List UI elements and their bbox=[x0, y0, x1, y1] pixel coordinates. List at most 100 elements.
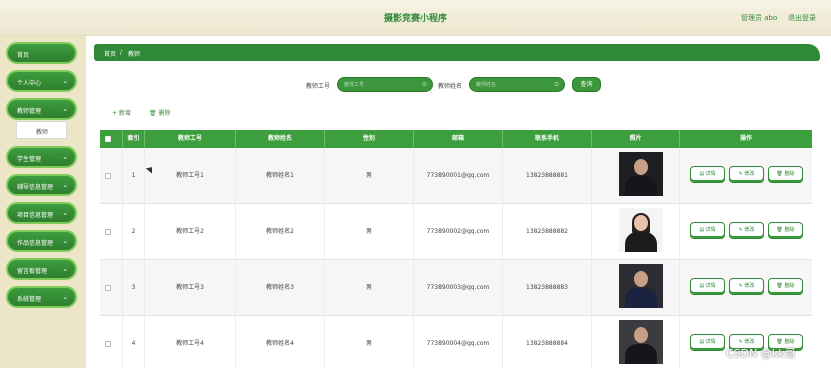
main-content: 首页 / 教师 教师工号 ⊙ 教师姓名 ⊙ 查询 + 新增 🗑 删除 索引 教师… bbox=[86, 36, 831, 368]
sidebar-item-project-management[interactable]: 项目信息管理 ⌄ bbox=[6, 202, 77, 224]
app-header: 摄影竞赛小程序 管理员 abo 退出登录 bbox=[0, 0, 831, 36]
sidebar-item-message-board[interactable]: 留言板管理 ⌄ bbox=[6, 258, 77, 280]
teacher-id-search[interactable]: ⊙ bbox=[337, 77, 433, 92]
cell-teacher-name: 教师姓名3 bbox=[236, 260, 325, 316]
table-row: 3 教师工号3 教师姓名3 男 773890003@qq.com 1382388… bbox=[100, 260, 812, 316]
col-email: 邮箱 bbox=[414, 130, 503, 148]
col-teacher-id: 教师工号 bbox=[145, 130, 236, 148]
sidebar: 首页 个人中心 ⌄ 教师管理 ⌄ 教师 学生管理 ⌄ 辅导信息管理 ⌄ 项目信息… bbox=[0, 36, 86, 368]
table-header: 索引 教师工号 教师姓名 性别 邮箱 联系手机 照片 操作 bbox=[100, 130, 812, 148]
sidebar-subitem-teacher[interactable]: 教师 bbox=[16, 121, 67, 139]
sidebar-item-label: 学生管理 bbox=[17, 156, 42, 163]
col-index: 索引 bbox=[123, 130, 145, 148]
query-button[interactable]: 查询 bbox=[572, 77, 601, 92]
cell-phone: 13823888881 bbox=[503, 148, 592, 204]
sidebar-item-personal-center[interactable]: 个人中心 ⌄ bbox=[6, 70, 77, 92]
teacher-table: 索引 教师工号 教师姓名 性别 邮箱 联系手机 照片 操作 1 教师工号1 教师… bbox=[100, 130, 812, 368]
chevron-down-icon: ⌄ bbox=[62, 181, 68, 189]
chevron-down-icon: ⌄ bbox=[62, 265, 68, 273]
teacher-photo bbox=[619, 264, 663, 308]
detail-button[interactable]: ▤ 详情 bbox=[690, 166, 725, 183]
row-checkbox[interactable] bbox=[105, 341, 111, 347]
add-button[interactable]: + 新增 bbox=[112, 108, 131, 117]
select-all-checkbox[interactable] bbox=[105, 136, 111, 142]
cell-gender: 男 bbox=[325, 260, 414, 316]
app-title: 摄影竞赛小程序 bbox=[383, 14, 447, 24]
sidebar-item-tutoring-management[interactable]: 辅导信息管理 ⌄ bbox=[6, 174, 77, 196]
col-photo: 照片 bbox=[592, 130, 680, 148]
row-select-cell bbox=[100, 204, 123, 260]
cell-phone: 13823888882 bbox=[503, 204, 592, 260]
cell-email: 773890003@qq.com bbox=[414, 260, 503, 316]
cell-index: 4 bbox=[123, 316, 145, 368]
teacher-name-label: 教师姓名 bbox=[438, 83, 463, 90]
row-checkbox[interactable] bbox=[105, 229, 111, 235]
cell-teacher-id: 教师工号4 bbox=[145, 316, 236, 368]
sidebar-item-works-management[interactable]: 作品信息管理 ⌄ bbox=[6, 230, 77, 252]
cell-phone: 13823888883 bbox=[503, 260, 592, 316]
cell-teacher-name: 教师姓名2 bbox=[236, 204, 325, 260]
edit-button[interactable]: ✎ 修改 bbox=[729, 278, 764, 295]
chevron-down-icon: ⌄ bbox=[62, 293, 68, 301]
sidebar-item-label: 作品信息管理 bbox=[17, 240, 54, 247]
sidebar-item-label: 项目信息管理 bbox=[17, 212, 54, 219]
breadcrumb-home[interactable]: 首页 bbox=[104, 49, 116, 58]
cell-actions: ▤ 详情 ✎ 修改 🗑 删除 bbox=[680, 204, 812, 260]
sidebar-item-label: 系统管理 bbox=[17, 296, 42, 303]
cell-index: 3 bbox=[123, 260, 145, 316]
clear-icon[interactable]: ⊙ bbox=[422, 81, 427, 88]
detail-button[interactable]: ▤ 详情 bbox=[690, 334, 725, 351]
chevron-down-icon: ⌄ bbox=[62, 237, 68, 245]
cell-gender: 男 bbox=[325, 316, 414, 368]
cell-phone: 13823888884 bbox=[503, 316, 592, 368]
chevron-down-icon: ⌄ bbox=[62, 153, 68, 161]
sidebar-item-teacher-management[interactable]: 教师管理 ⌄ bbox=[6, 98, 77, 120]
sidebar-item-label: 个人中心 bbox=[17, 80, 42, 87]
cell-actions: ▤ 详情 ✎ 修改 🗑 删除 bbox=[680, 148, 812, 204]
edit-button[interactable]: ✎ 修改 bbox=[729, 222, 764, 239]
cell-photo bbox=[592, 260, 680, 316]
sidebar-item-label: 辅导信息管理 bbox=[17, 184, 54, 191]
sidebar-item-home[interactable]: 首页 bbox=[6, 42, 77, 64]
row-delete-button[interactable]: 🗑 删除 bbox=[768, 222, 803, 239]
teacher-id-input[interactable] bbox=[344, 81, 414, 89]
cell-photo bbox=[592, 316, 680, 368]
sidebar-subitem-label: 教师 bbox=[36, 129, 49, 136]
row-delete-button[interactable]: 🗑 删除 bbox=[768, 166, 803, 183]
sidebar-item-label: 首页 bbox=[17, 52, 30, 59]
teacher-photo bbox=[619, 152, 663, 196]
breadcrumb: 首页 / 教师 bbox=[94, 44, 820, 61]
cell-index: 2 bbox=[123, 204, 145, 260]
edit-button[interactable]: ✎ 修改 bbox=[729, 166, 764, 183]
cell-teacher-name: 教师姓名4 bbox=[236, 316, 325, 368]
chevron-down-icon: ⌄ bbox=[62, 77, 68, 85]
teacher-name-search[interactable]: ⊙ bbox=[469, 77, 565, 92]
detail-button[interactable]: ▤ 详情 bbox=[690, 278, 725, 295]
cell-photo bbox=[592, 204, 680, 260]
breadcrumb-current: 教师 bbox=[128, 51, 141, 58]
logout-link[interactable]: 退出登录 bbox=[788, 13, 816, 23]
sidebar-item-student-management[interactable]: 学生管理 ⌄ bbox=[6, 146, 77, 168]
detail-button[interactable]: ▤ 详情 bbox=[690, 222, 725, 239]
sidebar-item-system-management[interactable]: 系统管理 ⌄ bbox=[6, 286, 77, 308]
cell-teacher-id: 教师工号1 bbox=[145, 148, 236, 204]
delete-button[interactable]: 🗑 删除 bbox=[149, 108, 171, 117]
teacher-id-label: 教师工号 bbox=[306, 83, 331, 90]
current-user: 管理员 abo bbox=[741, 14, 778, 22]
cell-email: 773890001@qq.com bbox=[414, 148, 503, 204]
cell-email: 773890002@qq.com bbox=[414, 204, 503, 260]
teacher-photo bbox=[619, 320, 663, 364]
select-all-cell bbox=[100, 130, 123, 148]
row-checkbox[interactable] bbox=[105, 173, 111, 179]
row-select-cell bbox=[100, 260, 123, 316]
table-row: 4 教师工号4 教师姓名4 男 773890004@qq.com 1382388… bbox=[100, 316, 812, 368]
row-checkbox[interactable] bbox=[105, 285, 111, 291]
clear-icon[interactable]: ⊙ bbox=[554, 81, 559, 88]
cell-teacher-id: 教师工号3 bbox=[145, 260, 236, 316]
col-phone: 联系手机 bbox=[503, 130, 592, 148]
watermark: CSDN @kk哥 bbox=[726, 347, 796, 360]
row-delete-button[interactable]: 🗑 删除 bbox=[768, 278, 803, 295]
teacher-name-input[interactable] bbox=[476, 81, 546, 89]
cell-index: 1 bbox=[123, 148, 145, 204]
cell-email: 773890004@qq.com bbox=[414, 316, 503, 368]
